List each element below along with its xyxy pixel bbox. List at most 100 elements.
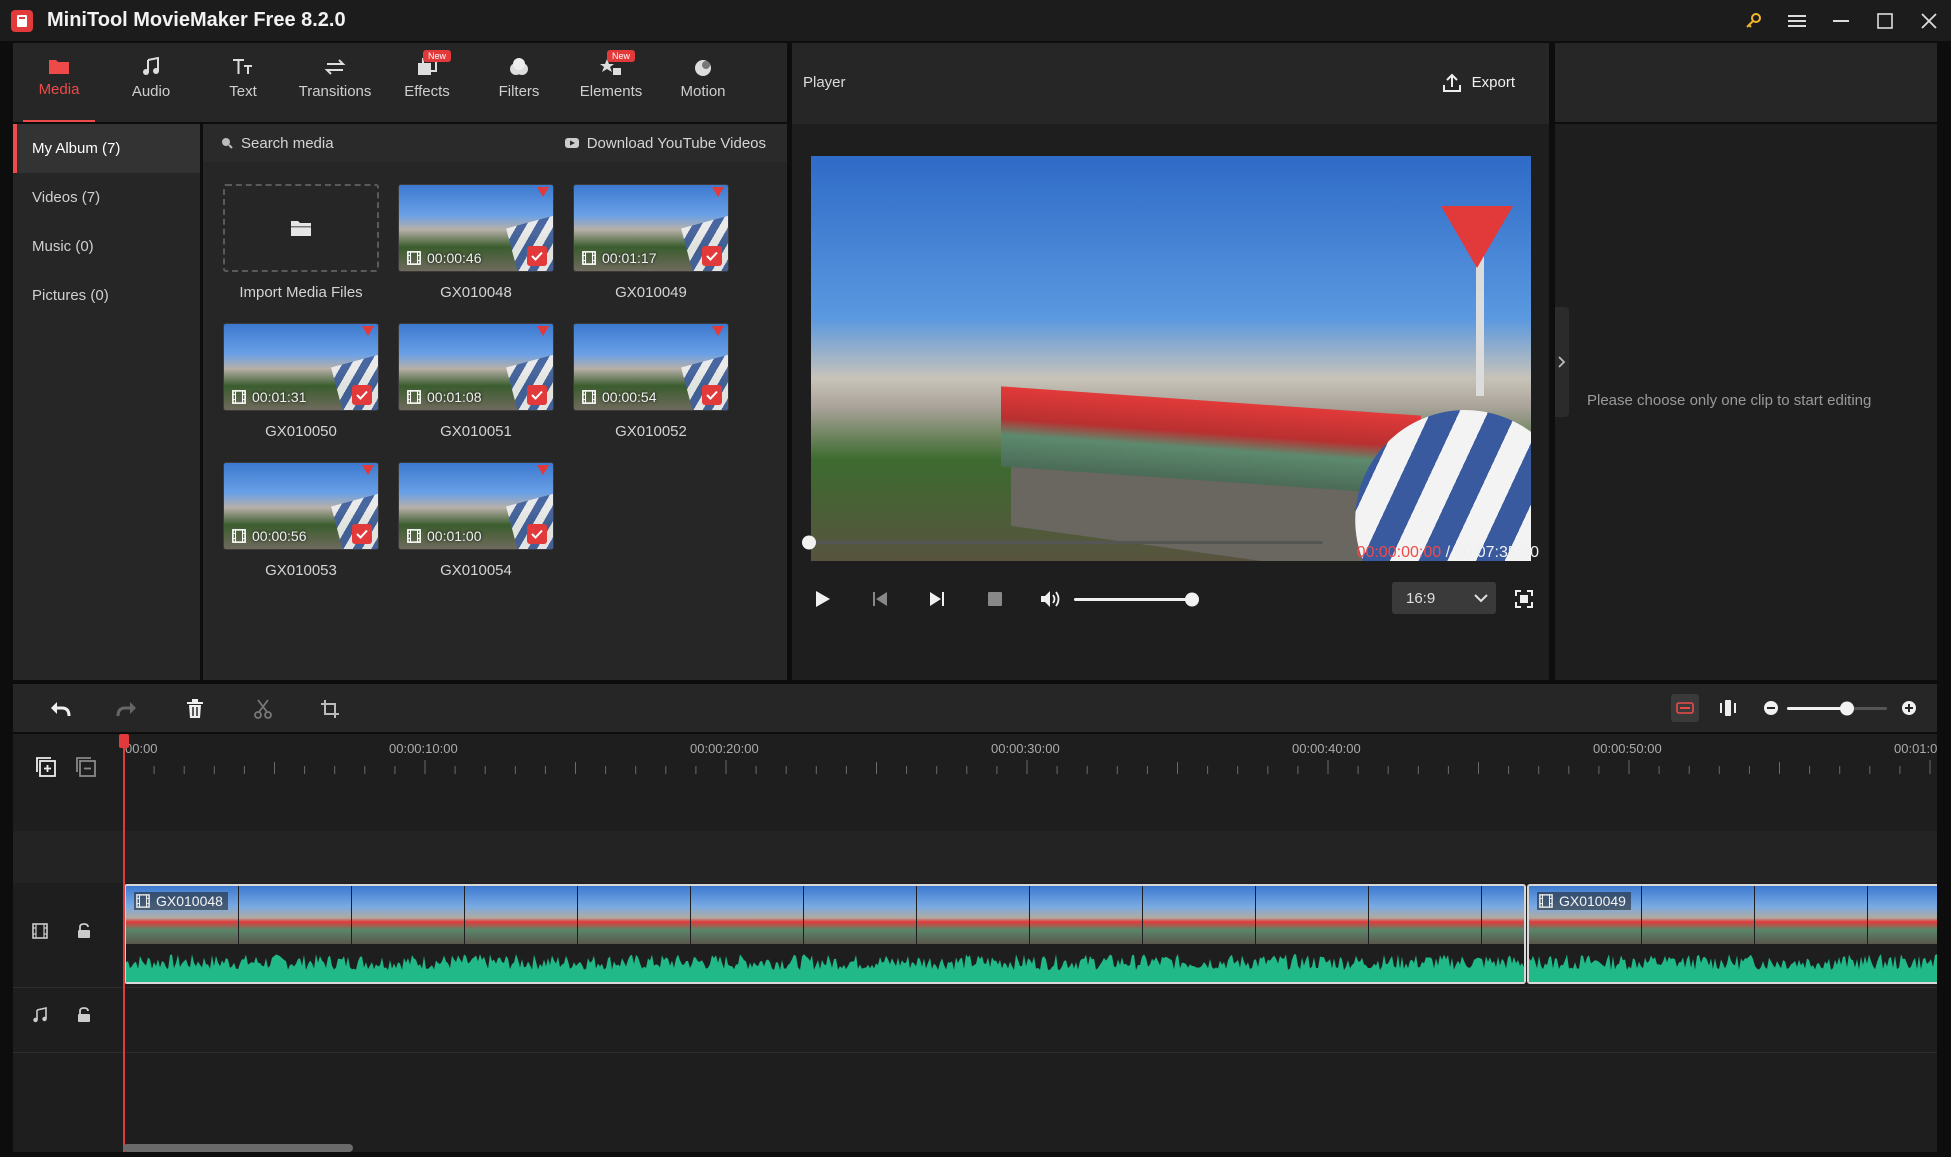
zoom-in-icon: [1902, 701, 1916, 715]
media-thumbnail[interactable]: 00:00:56: [223, 462, 379, 550]
skip-forward-icon: [930, 592, 944, 606]
ruler-label: 00:00:30:00: [991, 741, 1060, 756]
timeline-clip[interactable]: GX010048: [124, 884, 1526, 984]
lock-icon: [78, 923, 90, 938]
media-thumbnail[interactable]: 00:01:00: [398, 462, 554, 550]
audio-mix-button[interactable]: [1671, 694, 1699, 722]
redo-button[interactable]: [114, 696, 140, 722]
tab-media[interactable]: Media: [13, 43, 105, 122]
maximize-icon[interactable]: [1863, 0, 1907, 41]
export-button[interactable]: Export: [1442, 73, 1515, 93]
media-card[interactable]: 00:01:31 GX010050: [223, 323, 379, 440]
nav-pictures[interactable]: Pictures (0): [13, 271, 200, 320]
chevron-down-icon: [1474, 594, 1488, 603]
previous-frame-button[interactable]: [867, 586, 893, 612]
clip-audio-waveform: [1529, 944, 1937, 982]
menu-icon[interactable]: [1775, 0, 1819, 41]
clip-name: GX010049: [1559, 893, 1626, 909]
collapse-panel-toggle[interactable]: [1555, 307, 1569, 417]
media-card[interactable]: 00:00:56 GX010053: [223, 462, 379, 579]
delete-button[interactable]: [182, 696, 208, 722]
tab-effects[interactable]: New Effects: [381, 43, 473, 122]
media-card[interactable]: 00:01:08 GX010051: [398, 323, 554, 440]
timeline-scrollbar[interactable]: [123, 1144, 353, 1152]
fullscreen-button[interactable]: [1511, 586, 1537, 612]
tab-transitions[interactable]: Transitions: [289, 43, 381, 122]
selected-check-icon[interactable]: [527, 246, 547, 266]
export-icon: [1442, 73, 1461, 92]
import-media-card[interactable]: Import Media Files: [223, 184, 379, 301]
media-name: GX010054: [440, 562, 512, 579]
tab-elements[interactable]: New Elements: [565, 43, 657, 122]
zoom-out-button[interactable]: [1759, 696, 1783, 720]
time-ruler[interactable]: 00:00 00:00:10:00 00:00:20:00 00:00:30:00 00…: [123, 734, 1937, 780]
download-youtube-button[interactable]: Download YouTube Videos: [564, 135, 766, 152]
video-preview[interactable]: [811, 156, 1531, 561]
film-icon: [407, 390, 421, 404]
undo-button[interactable]: [47, 696, 73, 722]
timeline-clip[interactable]: GX010049: [1527, 884, 1937, 984]
remove-empty-tracks-button[interactable]: [73, 754, 99, 780]
video-track-lock-button[interactable]: [73, 920, 95, 942]
minimize-icon[interactable]: [1819, 0, 1863, 41]
film-icon: [232, 529, 246, 543]
playhead[interactable]: [123, 742, 125, 1152]
media-thumbnail[interactable]: 00:00:54: [573, 323, 729, 411]
ruler-label: 00:00:20:00: [690, 741, 759, 756]
import-media-dropzone[interactable]: [223, 184, 379, 272]
aspect-ratio-value: 16:9: [1406, 589, 1436, 607]
selected-check-icon[interactable]: [527, 524, 547, 544]
media-name: GX010049: [615, 284, 687, 301]
fit-timeline-button[interactable]: [1714, 694, 1742, 722]
add-track-button[interactable]: [33, 754, 59, 780]
nav-music[interactable]: Music (0): [13, 222, 200, 271]
clip-label: GX010049: [1537, 892, 1631, 910]
media-thumbnail[interactable]: 00:01:31: [223, 323, 379, 411]
play-button[interactable]: [810, 586, 836, 612]
film-icon: [232, 390, 246, 404]
film-icon: [582, 390, 596, 404]
selected-check-icon[interactable]: [352, 385, 372, 405]
app-title: MiniTool MovieMaker Free 8.2.0: [47, 9, 346, 31]
search-media[interactable]: Search media: [221, 135, 334, 152]
selected-check-icon[interactable]: [702, 385, 722, 405]
close-icon[interactable]: [1907, 0, 1951, 41]
zoom-in-button[interactable]: [1897, 696, 1921, 720]
volume-button[interactable]: [1038, 586, 1064, 612]
media-card[interactable]: 00:00:54 GX010052: [573, 323, 729, 440]
tab-motion[interactable]: Motion: [657, 43, 749, 122]
selected-check-icon[interactable]: [702, 246, 722, 266]
media-card[interactable]: 00:01:17 GX010049: [573, 184, 729, 301]
aspect-ratio-select[interactable]: 16:9: [1392, 582, 1496, 614]
selected-check-icon[interactable]: [352, 524, 372, 544]
nav-videos[interactable]: Videos (7): [13, 173, 200, 222]
film-icon: [136, 894, 150, 908]
media-card[interactable]: 00:01:00 GX010054: [398, 462, 554, 579]
tab-audio[interactable]: Audio: [105, 43, 197, 122]
crop-button[interactable]: [317, 696, 343, 722]
next-frame-button[interactable]: [924, 586, 950, 612]
music-track-lock-button[interactable]: [73, 1004, 95, 1026]
volume-slider[interactable]: [1072, 589, 1202, 609]
zoom-out-icon: [1764, 701, 1778, 715]
media-card[interactable]: 00:00:46 GX010048: [398, 184, 554, 301]
tab-filters[interactable]: Filters: [473, 43, 565, 122]
media-thumbnail[interactable]: 00:01:08: [398, 323, 554, 411]
selected-check-icon[interactable]: [527, 385, 547, 405]
media-thumbnail[interactable]: 00:00:46: [398, 184, 554, 272]
nav-my-album[interactable]: My Album (7): [13, 124, 200, 173]
time-separator: /: [1441, 544, 1455, 561]
zoom-slider[interactable]: [1783, 697, 1893, 719]
player-panel: Player Export 00:00:00:00 / 00:07:35:00: [792, 43, 1549, 680]
clip-audio-waveform: [126, 944, 1524, 982]
media-thumbnail[interactable]: 00:01:17: [573, 184, 729, 272]
tab-text[interactable]: Text: [197, 43, 289, 122]
clip-label: GX010048: [134, 892, 228, 910]
key-icon[interactable]: [1731, 0, 1775, 41]
ruler-label: 00:00:40:00: [1292, 741, 1361, 756]
mixer-icon: [1676, 702, 1694, 714]
lock-icon: [78, 1007, 90, 1022]
split-button[interactable]: [250, 696, 276, 722]
seek-bar[interactable]: [801, 532, 1341, 552]
stop-button[interactable]: [982, 586, 1008, 612]
